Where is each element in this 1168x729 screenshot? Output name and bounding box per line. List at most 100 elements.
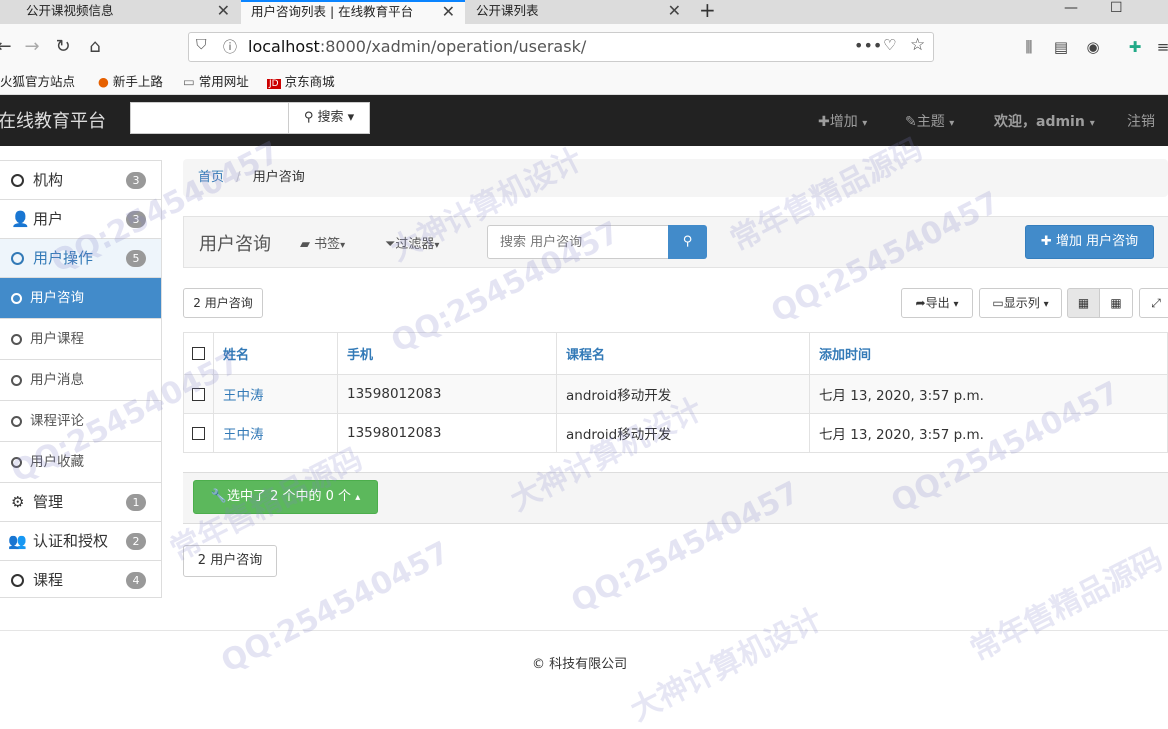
row-link[interactable]: 王中涛 (223, 388, 264, 404)
footer-result-count: 2 用户咨询 (183, 545, 277, 577)
fullscreen-button[interactable]: ⤢ (1139, 288, 1168, 318)
sidebar-item-auth[interactable]: 👥 认证和授权 2 (0, 522, 161, 561)
header-search-input[interactable] (130, 102, 289, 134)
header-theme-menu[interactable]: ✎主题 ▾ (905, 111, 954, 131)
extension-icon[interactable]: ✚ (1124, 24, 1146, 70)
close-icon[interactable]: ✕ (217, 0, 230, 22)
menu-icon[interactable]: ≡ (1152, 24, 1168, 70)
caret-down-icon: ▾ (434, 240, 440, 251)
browser-tab[interactable]: 公开课视频信息 ✕ (0, 0, 240, 24)
sidebar-item-user-courses[interactable]: 用户课程 (0, 319, 161, 360)
list-search-button[interactable]: ⚲ (668, 225, 707, 259)
footer-divider (0, 630, 1168, 631)
bookmark-item[interactable]: ▭ 常用网址 (183, 70, 249, 94)
more-icon[interactable]: ••• (854, 36, 882, 55)
sidebar-item-user-ask[interactable]: 用户咨询 (0, 278, 161, 319)
count-badge: 4 (126, 572, 146, 589)
circle-icon (11, 319, 22, 359)
filter-label: 过滤器 (395, 237, 435, 252)
sidebar-item-org[interactable]: 机构 3 (0, 161, 161, 200)
sidebar-item-admin[interactable]: ⚙ 管理 1 (0, 483, 161, 522)
forward-icon[interactable]: → (22, 24, 42, 70)
sidebar-item-label: 用户消息 (30, 372, 84, 388)
sidebar-icon[interactable]: ▤ (1050, 24, 1072, 70)
minimize-icon[interactable]: — (1064, 0, 1078, 16)
header-user-menu[interactable]: 欢迎，admin ▾ (994, 111, 1095, 131)
selected-actions-button[interactable]: 🔧选中了 2 个中的 0 个 ▴ (193, 480, 378, 514)
sidebar-item-users[interactable]: 👤 用户 3 (0, 200, 161, 239)
column-header-course[interactable]: 课程名 (556, 332, 810, 375)
filter-menu[interactable]: ⏷过滤器▾ (385, 233, 439, 252)
bookmark-item[interactable]: JD 京东商城 (267, 70, 335, 96)
reload-icon[interactable]: ↻ (52, 24, 74, 70)
circle-icon (11, 161, 24, 199)
sidebar-item-courses[interactable]: 课程 4 (0, 561, 161, 600)
list-search-input[interactable] (487, 225, 669, 259)
row-checkbox[interactable] (192, 426, 205, 440)
column-header-phone[interactable]: 手机 (337, 332, 557, 375)
caret-down-icon: ▾ (340, 240, 346, 251)
book-icon: ▰ (300, 237, 310, 252)
browser-tab[interactable]: 公开课列表 ✕ (466, 0, 691, 24)
column-header-name[interactable]: 姓名 (213, 332, 338, 375)
pocket-icon[interactable]: ♡ (883, 36, 896, 54)
caret-down-icon: ▾ (347, 110, 355, 125)
close-icon[interactable]: ✕ (668, 0, 681, 22)
select-all-checkbox[interactable] (192, 347, 205, 360)
sidebar-item-user-messages[interactable]: 用户消息 (0, 360, 161, 401)
table-row: 王中涛 13598012083 android移动开发 七月 13, 2020,… (183, 413, 1168, 453)
star-icon[interactable]: ☆ (910, 35, 925, 55)
sidebar-item-label: 课程评论 (30, 413, 84, 429)
url-path: :8000/xadmin/operation/userask/ (319, 37, 587, 56)
result-count: 2 用户咨询 (183, 288, 263, 318)
circle-icon (11, 278, 22, 318)
bookmark-item[interactable]: 火狐官方站点 (0, 70, 75, 94)
row-checkbox[interactable] (192, 387, 205, 401)
account-icon[interactable]: ◉ (1082, 24, 1104, 70)
plus-icon: ✚ (818, 114, 830, 130)
header-search-button[interactable]: ⚲ 搜索 ▾ (288, 102, 370, 134)
bookmarks-bar: 火狐官方站点 ● 新手上路 ▭ 常用网址 JD 京东商城 (0, 70, 1168, 95)
compact-view-button[interactable]: ▦ (1099, 288, 1133, 318)
url-text[interactable]: localhost:8000/xadmin/operation/userask/ (248, 37, 586, 56)
export-button[interactable]: ➦导出 ▾ (901, 288, 973, 318)
sidebar-item-user-favorites[interactable]: 用户收藏 (0, 442, 161, 483)
tab-label: 用户咨询列表 | 在线教育平台 (251, 4, 414, 19)
breadcrumb-home[interactable]: 首页 (198, 170, 224, 185)
brand-title[interactable]: 在线教育平台 (0, 107, 106, 133)
cell-name: 王中涛 (213, 374, 338, 414)
jd-icon: JD (267, 79, 281, 89)
add-user-ask-button[interactable]: ✚ 增加 用户咨询 (1025, 225, 1154, 259)
share-icon: ➦ (915, 296, 926, 310)
search-label: 搜索 (317, 110, 344, 125)
sidebar-item-label: 课程 (33, 571, 64, 589)
browser-tab-active[interactable]: 用户咨询列表 | 在线教育平台 ✕ (241, 0, 465, 24)
info-icon[interactable]: ⓘ (223, 37, 237, 57)
back-icon[interactable]: ← (0, 24, 14, 70)
sidebar-item-label: 认证和授权 (33, 532, 109, 550)
row-link[interactable]: 王中涛 (223, 427, 264, 443)
shield-icon[interactable]: ⛉ (196, 37, 207, 53)
header-add-menu[interactable]: ✚增加 ▾ (818, 111, 867, 131)
sidebar-item-label: 机构 (33, 171, 64, 189)
cell-course: android移动开发 (556, 413, 810, 453)
home-icon[interactable]: ⌂ (84, 24, 106, 70)
bookmarks-menu[interactable]: ▰ 书签▾ (300, 233, 345, 252)
library-icon[interactable]: ⫼ (1018, 24, 1040, 70)
wrench-icon: 🔧 (210, 489, 227, 504)
column-header-added-time[interactable]: 添加时间 (809, 332, 1168, 375)
grid-view-button[interactable]: ▦ (1067, 288, 1100, 318)
data-table: 姓名 手机 课程名 添加时间 王中涛 13598012083 android移动… (183, 332, 1168, 453)
columns-button[interactable]: ▭显示列 ▾ (979, 288, 1062, 318)
sidebar-item-label: 用户课程 (30, 331, 84, 347)
sidebar-item-course-comments[interactable]: 课程评论 (0, 401, 161, 442)
maximize-icon[interactable]: ☐ (1110, 0, 1123, 16)
user-icon: 👤 (11, 210, 30, 228)
bookmark-item[interactable]: ● 新手上路 (98, 70, 163, 94)
close-icon[interactable]: ✕ (442, 2, 455, 22)
count-badge: 2 (126, 533, 146, 550)
sidebar-item-user-operations[interactable]: 用户操作 5 (0, 239, 161, 278)
url-host: localhost (248, 37, 320, 56)
new-tab-icon[interactable]: + (699, 0, 716, 22)
logout-link[interactable]: 注销 (1127, 111, 1155, 131)
